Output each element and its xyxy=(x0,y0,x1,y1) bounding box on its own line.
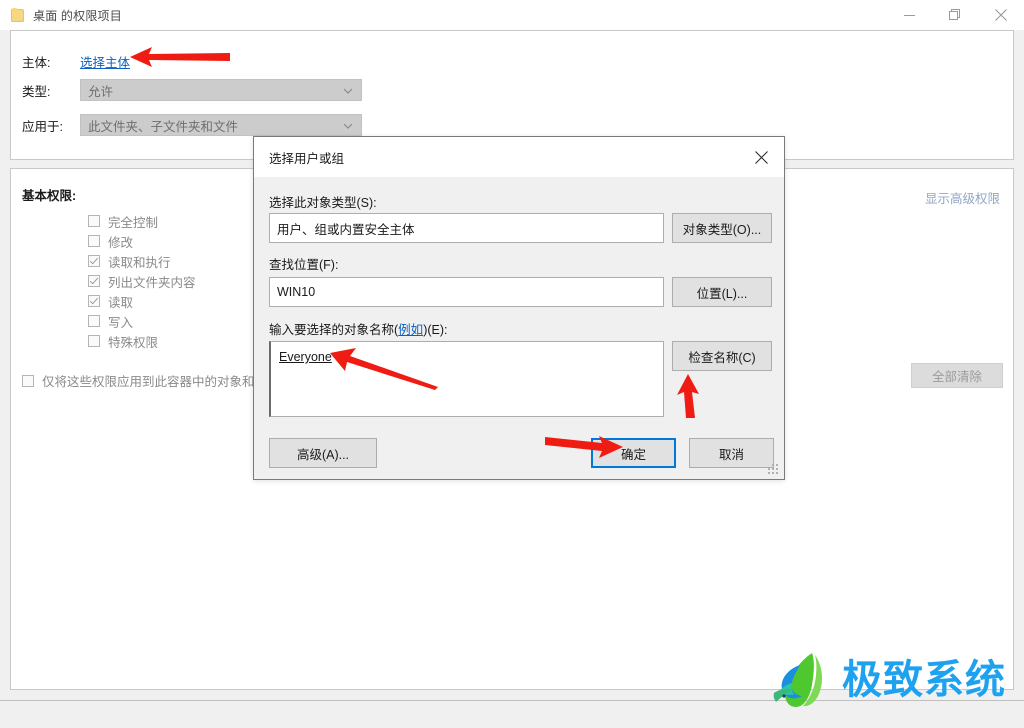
chevron-down-icon xyxy=(343,118,353,132)
minimize-icon[interactable] xyxy=(886,0,932,30)
applies-to-row: 应用于: 此文件夹、子文件夹和文件 xyxy=(22,114,362,136)
permission-label: 修改 xyxy=(108,235,134,250)
object-name-input[interactable]: Everyone xyxy=(269,341,664,417)
chevron-down-icon xyxy=(343,83,353,97)
checkbox[interactable] xyxy=(88,275,100,287)
checkbox[interactable] xyxy=(88,235,100,247)
object-name-label-prefix: 输入要选择的对象名称( xyxy=(269,323,399,337)
location-label: 查找位置(F): xyxy=(269,258,339,272)
checkbox[interactable] xyxy=(88,315,100,327)
permission-label: 读取和执行 xyxy=(108,255,171,270)
show-advanced-permissions-link[interactable]: 显示高级权限 xyxy=(925,188,1000,207)
watermark-logo: 极致系统 xyxy=(770,645,1014,715)
permission-label: 特殊权限 xyxy=(108,335,159,350)
checkbox[interactable] xyxy=(88,335,100,347)
select-principal-link[interactable]: 选择主体 xyxy=(80,52,130,71)
type-dropdown[interactable]: 允许 xyxy=(80,79,362,101)
watermark-text: 极致系统 xyxy=(842,657,1006,703)
dialog-body: 选择此对象类型(S): 用户、组或内置安全主体 对象类型(O)... 查找位置(… xyxy=(254,177,784,479)
object-type-label: 选择此对象类型(S): xyxy=(269,196,377,210)
checkbox[interactable] xyxy=(22,374,34,387)
permission-label: 列出文件夹内容 xyxy=(108,275,196,290)
apply-to-container-label: 仅将这些权限应用到此容器中的对象和 xyxy=(42,375,255,389)
applies-to-label: 应用于: xyxy=(22,119,63,134)
restore-icon[interactable] xyxy=(932,0,978,30)
dialog-titlebar: 选择用户或组 xyxy=(254,137,784,177)
window-titlebar: 桌面 的权限项目 xyxy=(0,0,1024,30)
type-value: 允许 xyxy=(88,84,114,99)
close-icon[interactable] xyxy=(739,137,784,177)
apply-to-container-row[interactable]: 仅将这些权限应用到此容器中的对象和 xyxy=(22,371,255,390)
object-type-field[interactable]: 用户、组或内置安全主体 xyxy=(269,213,664,243)
advanced-button[interactable]: 高级(A)... xyxy=(269,438,377,468)
cancel-button[interactable]: 取消 xyxy=(689,438,774,468)
permission-label: 读取 xyxy=(108,295,134,310)
clear-all-button[interactable]: 全部清除 xyxy=(911,363,1003,388)
close-icon[interactable] xyxy=(978,0,1024,30)
principal-row: 主体: 选择主体 xyxy=(22,50,130,72)
dragon-logo-icon xyxy=(773,653,823,707)
principal-label: 主体: xyxy=(22,55,51,70)
resize-grip[interactable] xyxy=(768,464,779,475)
examples-link[interactable]: 例如 xyxy=(398,323,423,337)
object-types-button[interactable]: 对象类型(O)... xyxy=(672,213,772,243)
ok-button[interactable]: 确定 xyxy=(591,438,676,468)
select-user-or-group-dialog: 选择用户或组 选择此对象类型(S): 用户、组或内置安全主体 对象类型(O)..… xyxy=(253,136,785,480)
location-field[interactable]: WIN10 xyxy=(269,277,664,307)
applies-to-value: 此文件夹、子文件夹和文件 xyxy=(88,119,239,134)
object-name-value: Everyone xyxy=(279,350,332,364)
type-label: 类型: xyxy=(22,84,51,99)
folder-icon xyxy=(9,7,25,23)
check-names-button[interactable]: 检查名称(C) xyxy=(672,341,772,371)
locations-button[interactable]: 位置(L)... xyxy=(672,277,772,307)
object-name-label-suffix: )(E): xyxy=(423,323,448,337)
location-value: WIN10 xyxy=(277,285,316,299)
checkbox[interactable] xyxy=(88,295,100,307)
applies-to-dropdown[interactable]: 此文件夹、子文件夹和文件 xyxy=(80,114,362,136)
object-type-value: 用户、组或内置安全主体 xyxy=(277,222,415,237)
checkbox[interactable] xyxy=(88,215,100,227)
object-name-label: 输入要选择的对象名称(例如)(E): xyxy=(269,319,448,338)
checkbox[interactable] xyxy=(88,255,100,267)
type-row: 类型: 允许 xyxy=(22,79,362,101)
dialog-title: 选择用户或组 xyxy=(269,151,345,166)
basic-permissions-title: 基本权限: xyxy=(22,189,77,203)
permission-label: 写入 xyxy=(108,315,134,330)
permission-label: 完全控制 xyxy=(108,215,159,230)
window-title: 桌面 的权限项目 xyxy=(33,8,122,23)
window-controls xyxy=(886,0,1024,30)
